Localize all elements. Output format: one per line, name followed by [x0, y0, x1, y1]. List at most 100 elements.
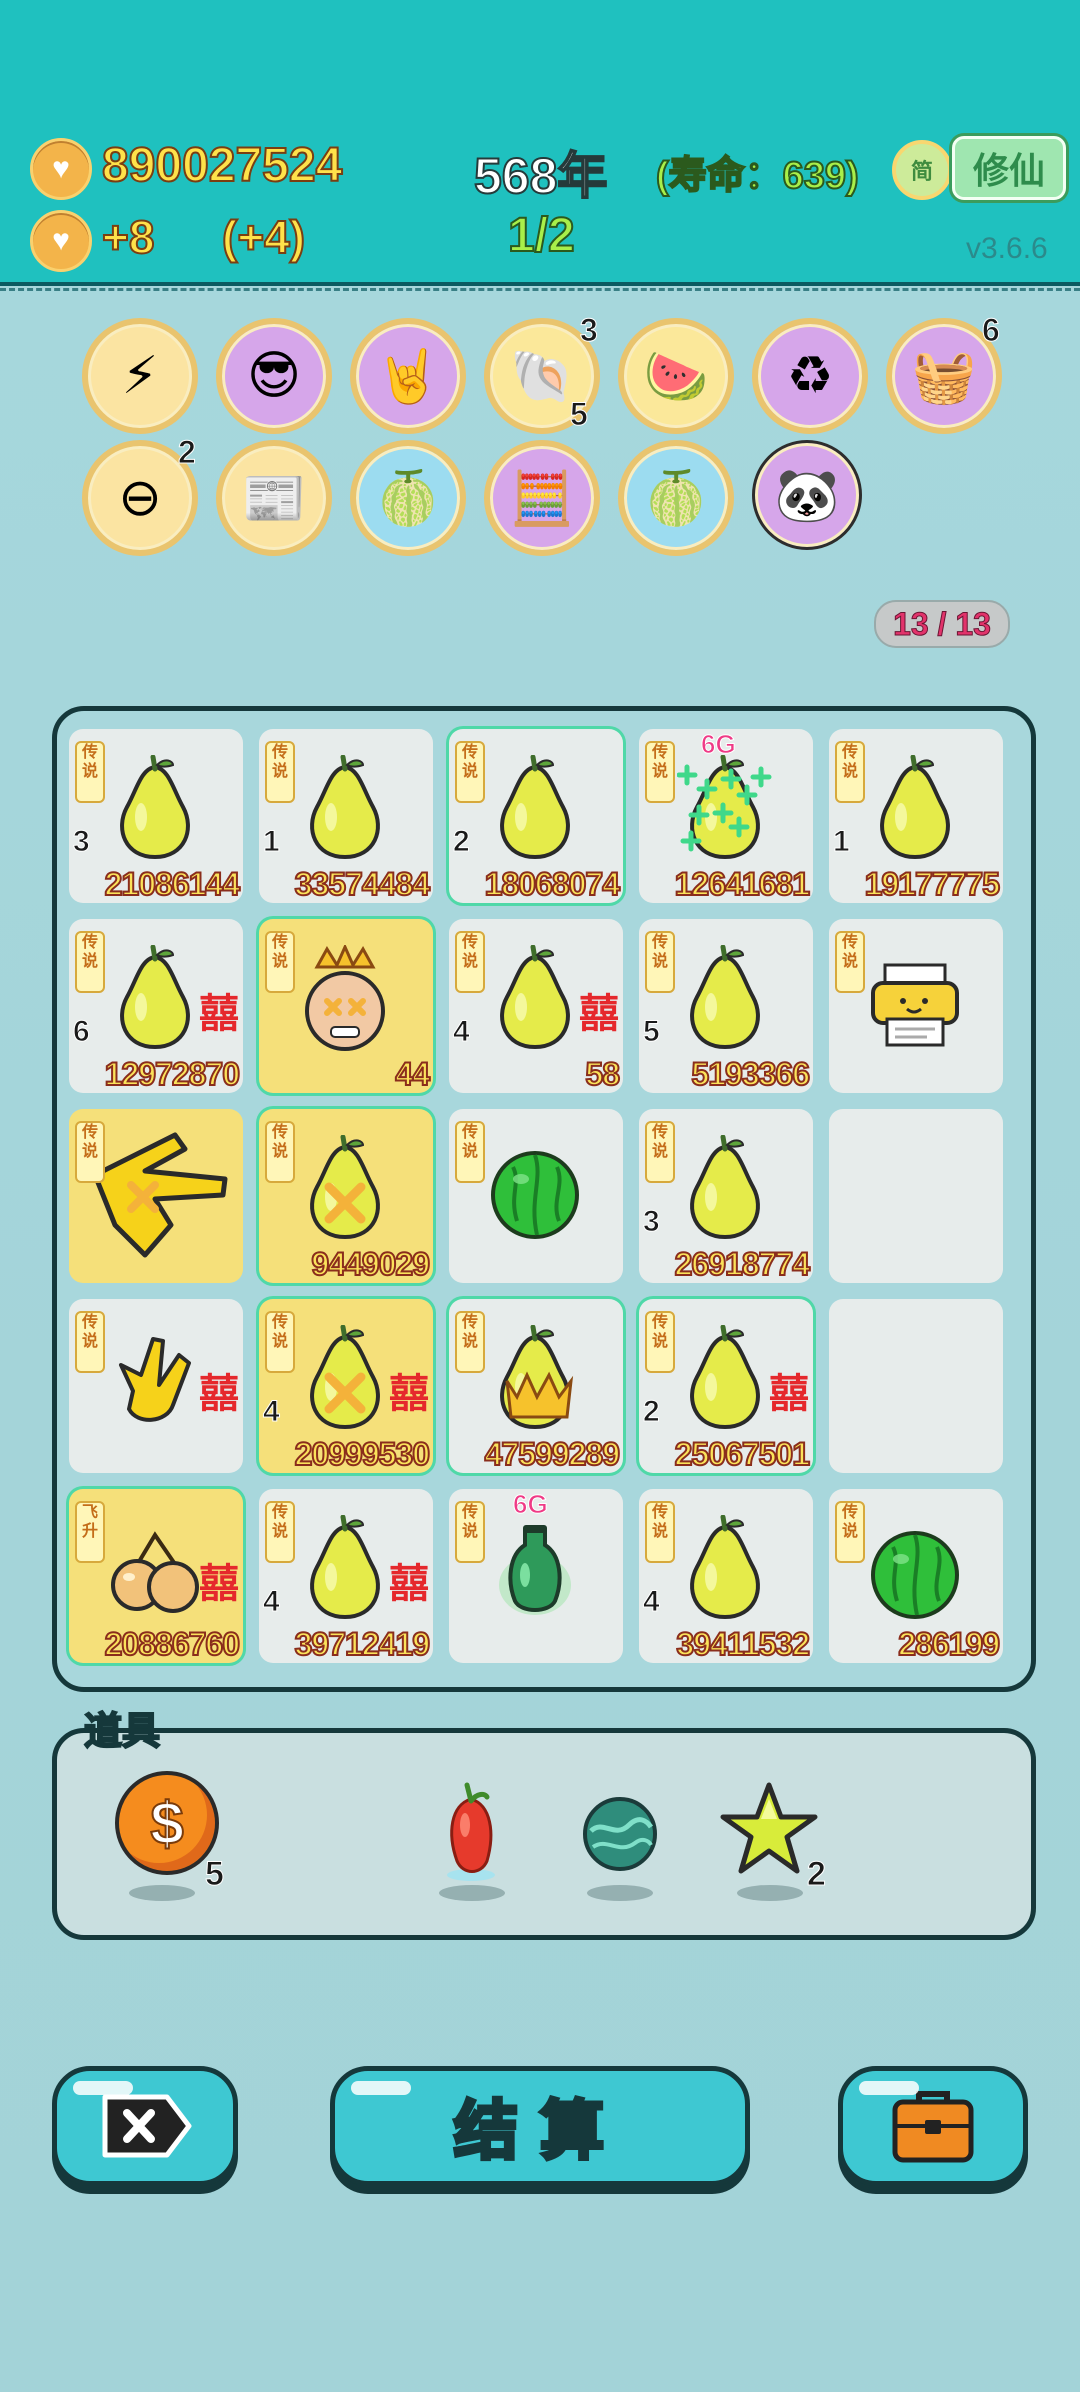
- cell-value: 5193366: [690, 1055, 811, 1093]
- board-cell[interactable]: 传说 3 26918774: [639, 1109, 813, 1283]
- board-cell[interactable]: 传说囍 4 58: [449, 919, 623, 1093]
- board-cell[interactable]: 传说 44: [259, 919, 433, 1093]
- board-cell[interactable]: 传说囍: [69, 1299, 243, 1473]
- board-cell[interactable]: 传说囍 4 20999530: [259, 1299, 433, 1473]
- simplified-toggle-button[interactable]: 简: [892, 140, 952, 200]
- rarity-tag: 传说: [835, 1501, 865, 1563]
- rarity-tag: 传说: [265, 1121, 295, 1183]
- pomelo-icon: [880, 755, 950, 860]
- empty-slot[interactable]: [829, 1109, 1003, 1283]
- board-cell[interactable]: 传说 2 18068074: [449, 729, 623, 903]
- time-magazine-icon[interactable]: 📰: [216, 440, 332, 556]
- pomelo-icon: [120, 945, 190, 1050]
- board-cell[interactable]: 传说 4 39411532: [639, 1489, 813, 1663]
- pomelo-plus-icon: [677, 755, 772, 860]
- pomelo-icon: [690, 945, 760, 1050]
- rarity-tag: 传说: [265, 1501, 295, 1563]
- cultivate-button[interactable]: 修仙: [952, 136, 1066, 200]
- coin-item-shadow: [129, 1885, 195, 1901]
- board-cell[interactable]: 传说: [69, 1109, 243, 1283]
- board-cell[interactable]: 传说囍 2 25067501: [639, 1299, 813, 1473]
- cell-level: 1: [263, 825, 281, 859]
- rarity-tag: 传说: [455, 741, 485, 803]
- king-face-icon: [305, 945, 385, 1051]
- inventory-button[interactable]: [838, 2066, 1028, 2186]
- board-cell[interactable]: 传说囍 4 39712419: [259, 1489, 433, 1663]
- lightning-icon[interactable]: ⚡: [82, 318, 198, 434]
- pomelo-x-icon: [310, 1135, 380, 1240]
- fruit-board: 传说 3 21086144 传说 1 33574484 传说 2 18068074 传说 6G 126…: [52, 706, 1036, 1692]
- board-cell[interactable]: 传说 5 5193366: [639, 919, 813, 1093]
- board-cell[interactable]: 传说: [449, 1109, 623, 1283]
- income-bonus: (+4): [221, 210, 306, 264]
- pomelo-icon: [500, 945, 570, 1050]
- cell-value: 286199: [897, 1625, 1001, 1663]
- double-happiness-icon: 囍: [199, 1372, 239, 1416]
- header-divider: [0, 288, 1080, 291]
- board-capacity-counter: 13 / 13: [874, 600, 1010, 648]
- star-item-icon[interactable]: [717, 1779, 821, 1879]
- rarity-tag: 传说: [835, 741, 865, 803]
- board-cell[interactable]: 传说 3 21086144: [69, 729, 243, 903]
- close-tag-icon: [102, 2094, 192, 2158]
- board-cell[interactable]: 传说 1 19177775: [829, 729, 1003, 903]
- skip-button[interactable]: [52, 2066, 238, 2186]
- cell-value: 44: [394, 1055, 431, 1093]
- cell-value: 39411532: [675, 1625, 811, 1663]
- watermelon-icon: [871, 1531, 959, 1619]
- board-cell[interactable]: 传说 1 33574484: [259, 729, 433, 903]
- rarity-tag: 传说: [75, 931, 105, 993]
- fruit-platter-icon[interactable]: 🍉: [618, 318, 734, 434]
- settle-button[interactable]: 结算: [330, 2066, 750, 2186]
- panda-icon[interactable]: 🐼: [752, 440, 862, 550]
- 6g-badge: 6G: [701, 729, 737, 760]
- rarity-tag: 传说: [645, 931, 675, 993]
- cell-value: 12641681: [674, 865, 811, 903]
- rarity-tag: 传说: [455, 1121, 485, 1183]
- pomelo-icon: [690, 1135, 760, 1240]
- cell-value: 58: [584, 1055, 621, 1093]
- cell-value: 39712419: [294, 1625, 431, 1663]
- grapefruit-blue-icon[interactable]: 🍈: [618, 440, 734, 556]
- coin-item-icon[interactable]: $: [115, 1771, 219, 1875]
- items-title: 道具: [83, 1710, 161, 1754]
- pomelo-icon: [310, 1515, 380, 1620]
- board-cell[interactable]: 传说: [829, 919, 1003, 1093]
- double-happiness-icon: 囍: [389, 1372, 429, 1416]
- rarity-tag: 传说: [455, 1501, 485, 1563]
- coin-count: 890027524: [101, 138, 343, 193]
- cell-value: 21086144: [104, 865, 241, 903]
- pomelo-icon: [690, 1325, 760, 1430]
- board-cell[interactable]: 传说 9449029: [259, 1109, 433, 1283]
- cell-value: 18068074: [484, 865, 621, 903]
- cool-peach-icon[interactable]: 😎: [216, 318, 332, 434]
- cell-level: 4: [643, 1585, 661, 1619]
- math-kid-icon[interactable]: 🧮: [484, 440, 600, 556]
- cell-value: 33574484: [294, 865, 431, 903]
- board-cell[interactable]: 传说囍 6 12972870: [69, 919, 243, 1093]
- vase-icon: [499, 1525, 571, 1615]
- chili-item-shadow: [439, 1885, 505, 1901]
- cell-value: 47599289: [484, 1435, 621, 1473]
- cell-value: 26918774: [674, 1245, 811, 1283]
- star-item-shadow: [737, 1885, 803, 1901]
- orb-item-icon[interactable]: [581, 1795, 659, 1873]
- rarity-tag: 传说: [75, 1121, 105, 1183]
- board-cell[interactable]: 传说 6G 12641681: [639, 729, 813, 903]
- rarity-tag: 传说: [835, 931, 865, 993]
- cell-value: 20999530: [294, 1435, 431, 1473]
- recycle-icon[interactable]: ♻: [752, 318, 868, 434]
- cell-level: 6: [73, 1015, 91, 1049]
- rarity-tag: 传说: [645, 741, 675, 803]
- pomelo-icon: [310, 755, 380, 860]
- board-cell[interactable]: 传说 286199: [829, 1489, 1003, 1663]
- rarity-tag: 传说: [455, 1311, 485, 1373]
- board-cell[interactable]: 飞升囍 20886760: [69, 1489, 243, 1663]
- board-cell[interactable]: 传说 6G: [449, 1489, 623, 1663]
- rock-hand-icon[interactable]: 🤘: [350, 318, 466, 434]
- cell-value: 20886760: [104, 1625, 241, 1663]
- grapefruit-icon[interactable]: 🍈: [350, 440, 466, 556]
- chili-item-icon[interactable]: [437, 1781, 505, 1885]
- board-cell[interactable]: 传说 47599289: [449, 1299, 623, 1473]
- empty-slot[interactable]: [829, 1299, 1003, 1473]
